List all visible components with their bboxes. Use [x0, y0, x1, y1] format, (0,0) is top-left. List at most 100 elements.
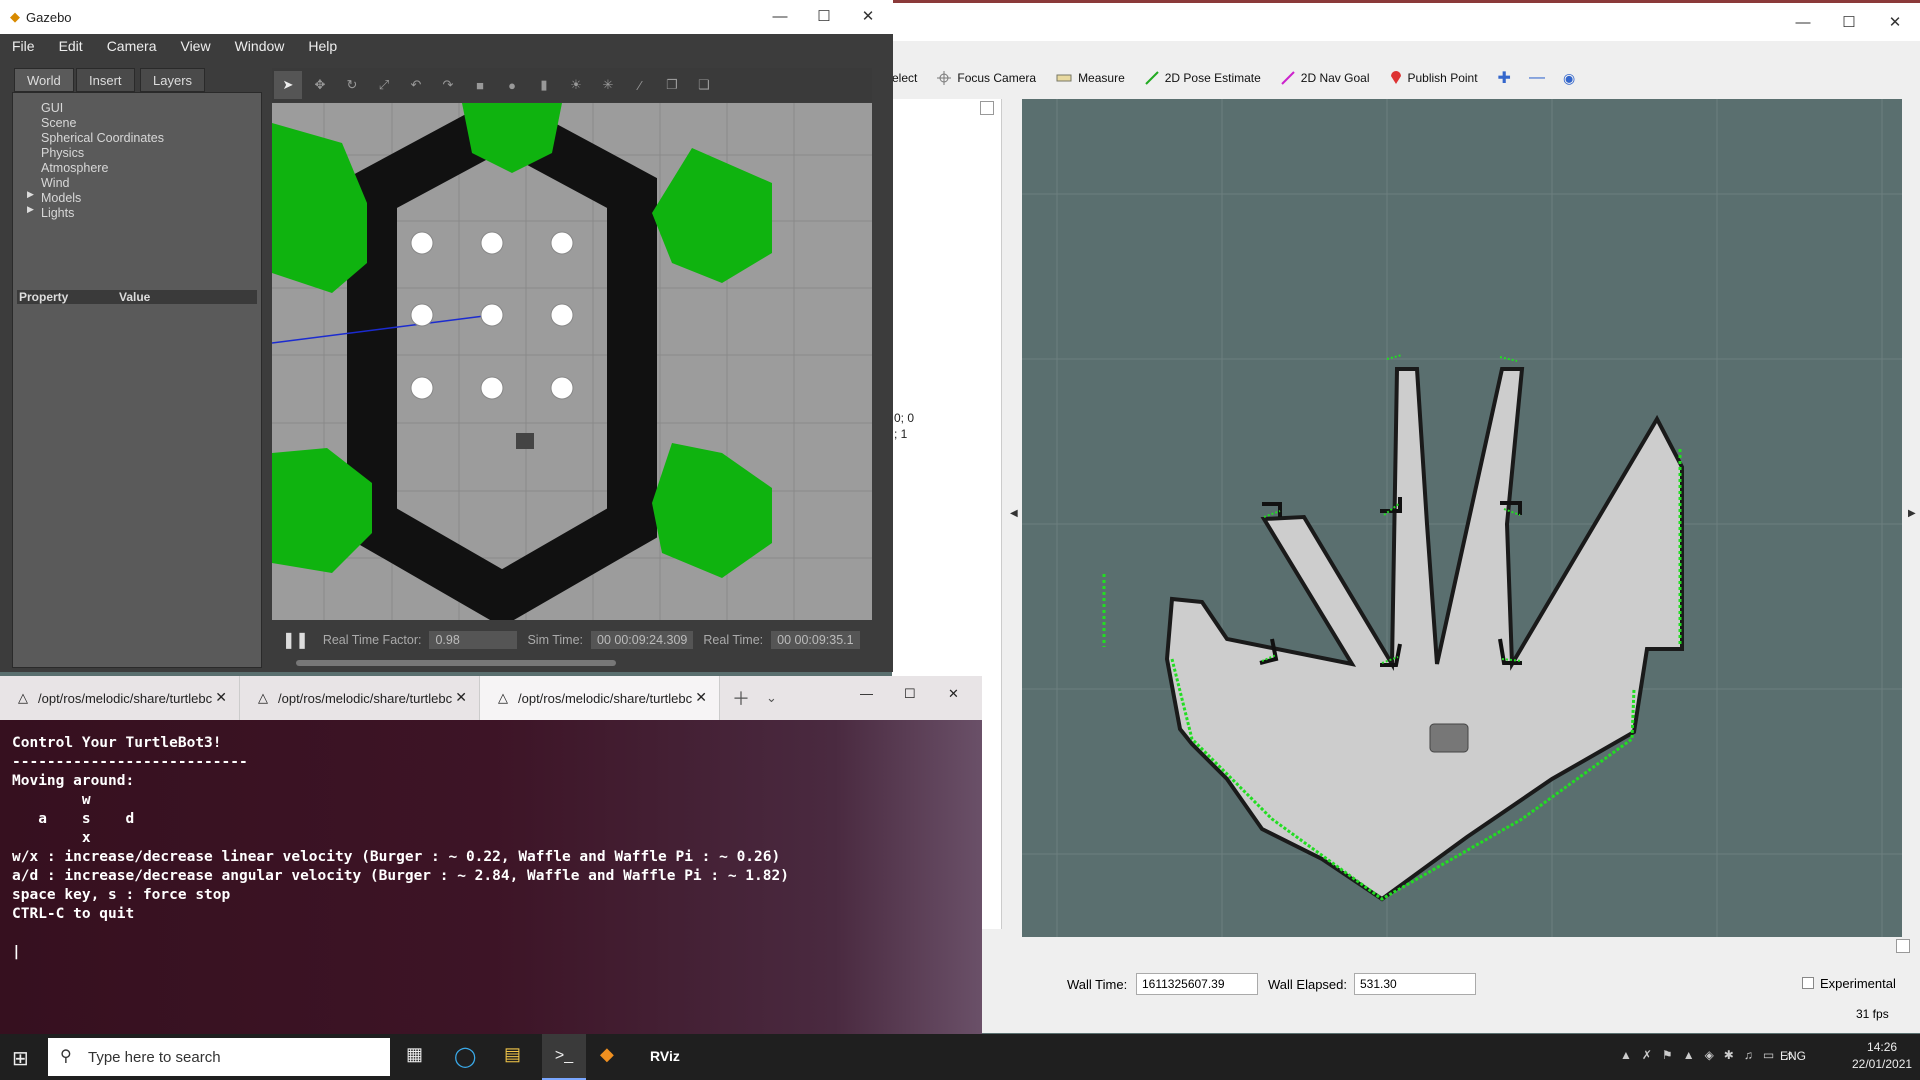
box-shape-icon[interactable]: ■: [466, 71, 494, 99]
tree-item-wind[interactable]: Wind: [41, 176, 69, 190]
gazebo-minimize-button[interactable]: —: [757, 0, 803, 32]
tree-item-spherical[interactable]: Spherical Coordinates: [41, 131, 164, 145]
select-mode-icon[interactable]: ➤: [274, 71, 302, 99]
linux-icon: △: [498, 690, 508, 705]
tree-item-models[interactable]: Models: [41, 191, 81, 205]
start-windows-icon[interactable]: ⊞: [12, 1046, 29, 1071]
terminal-icon[interactable]: >_: [542, 1034, 586, 1080]
wall-time-field[interactable]: 1611325607.39: [1136, 973, 1258, 995]
redo-icon[interactable]: ↷: [434, 71, 462, 99]
translate-mode-icon[interactable]: ✥: [306, 71, 334, 99]
minimize-button[interactable]: —: [1780, 6, 1826, 38]
cylinder-shape-icon[interactable]: ▮: [530, 71, 558, 99]
focus-camera-icon: [937, 71, 952, 85]
menu-camera[interactable]: Camera: [107, 38, 157, 54]
gazebo-maximize-button[interactable]: ☐: [801, 0, 847, 32]
undo-icon[interactable]: ↶: [402, 71, 430, 99]
tab-world[interactable]: World: [14, 68, 74, 92]
tab-insert[interactable]: Insert: [76, 68, 135, 92]
menu-file[interactable]: File: [12, 38, 35, 54]
terminal-tabbar: △ /opt/ros/melodic/share/turtlebc ✕ △ /op…: [0, 676, 982, 720]
clock-date: 22/01/2021: [1852, 1057, 1913, 1071]
copy-icon[interactable]: ❐: [658, 71, 686, 99]
panel-checkbox[interactable]: [980, 101, 994, 115]
expand-models-icon[interactable]: ▶: [27, 189, 34, 200]
rviz-splitter: [892, 939, 1920, 953]
search-placeholder: Type here to search: [88, 1048, 221, 1066]
taskbar-search-input[interactable]: ⚲ Type here to search: [48, 1038, 390, 1076]
point-light-icon[interactable]: ☀: [562, 71, 590, 99]
gazebo-close-button[interactable]: ✕: [845, 0, 891, 32]
windows-taskbar: ⊞ ⚲ Type here to search ▦ ◯ ▤ >_ ◆ RViz …: [0, 1034, 1920, 1080]
menu-help[interactable]: Help: [308, 38, 337, 54]
terminal-maximize-button[interactable]: ☐: [904, 686, 916, 702]
zoom-out-icon[interactable]: —: [1529, 69, 1545, 87]
focus-camera-tool[interactable]: Focus Camera: [937, 71, 1036, 85]
terminal-line: x: [12, 830, 91, 846]
tree-item-atmosphere[interactable]: Atmosphere: [41, 161, 108, 175]
menu-window[interactable]: Window: [235, 38, 285, 54]
terminal-tab-2[interactable]: △ /opt/ros/melodic/share/turtlebc ✕: [240, 676, 480, 720]
menu-edit[interactable]: Edit: [59, 38, 83, 54]
gazebo-titlebar: ◆ Gazebo — ☐ ✕: [0, 0, 893, 34]
tab-dropdown-icon[interactable]: ⌄: [766, 690, 777, 706]
wall-elapsed-label: Wall Elapsed:: [1268, 977, 1347, 992]
gazebo-scrollbar[interactable]: [296, 660, 616, 666]
terminal-tab-3[interactable]: △ /opt/ros/melodic/share/turtlebc ✕: [480, 676, 720, 720]
gazebo-toolbar: ➤ ✥ ↻ ⤢ ↶ ↷ ■ ● ▮ ☀ ✳ ⁄ ❐ ❑: [272, 68, 872, 102]
experimental-checkbox[interactable]: [1802, 977, 1814, 989]
terminal-close-button[interactable]: ✕: [948, 686, 959, 702]
task-view-icon[interactable]: ▦: [406, 1044, 423, 1065]
language-indicator[interactable]: ENG: [1780, 1049, 1806, 1063]
terminal-tab-1[interactable]: △ /opt/ros/melodic/share/turtlebc ✕: [0, 676, 240, 720]
measure-icon: [1056, 74, 1072, 82]
tree-item-scene[interactable]: Scene: [41, 116, 76, 130]
rviz-window: — ☐ ✕ elect Focus Camera Measure 2D Pose…: [892, 0, 1920, 1033]
close-button[interactable]: ✕: [1872, 6, 1918, 38]
menu-view[interactable]: View: [180, 38, 210, 54]
close-tab-icon[interactable]: ✕: [695, 689, 707, 706]
search-icon: ⚲: [60, 1048, 72, 1065]
zoom-in-icon[interactable]: ✚: [1498, 68, 1511, 88]
paste-icon[interactable]: ❑: [690, 71, 718, 99]
collapse-left-icon[interactable]: ◀: [1010, 508, 1018, 519]
collapse-right-icon[interactable]: ▶: [1908, 508, 1916, 519]
expand-lights-icon[interactable]: ▶: [27, 204, 34, 215]
tray-icons[interactable]: ▲✗⚑▲◈✱♫▭♬: [1620, 1048, 1806, 1062]
edge-icon[interactable]: ◯: [454, 1044, 476, 1069]
pause-icon[interactable]: ❚❚: [282, 630, 309, 650]
file-explorer-icon[interactable]: ▤: [504, 1044, 521, 1065]
occupancy-map: [1022, 99, 1902, 937]
splitter-checkbox[interactable]: [1896, 939, 1910, 953]
sphere-shape-icon[interactable]: ●: [498, 71, 526, 99]
view-eye-icon[interactable]: ◉: [1563, 70, 1575, 87]
scale-mode-icon[interactable]: ⤢: [370, 71, 398, 99]
gazebo-3d-scene[interactable]: [272, 103, 872, 620]
publish-point-tool[interactable]: Publish Point: [1390, 71, 1478, 85]
new-tab-icon[interactable]: ＋: [732, 685, 750, 711]
close-tab-icon[interactable]: ✕: [455, 689, 467, 706]
nav-goal-tool[interactable]: 2D Nav Goal: [1281, 71, 1370, 85]
close-tab-icon[interactable]: ✕: [215, 689, 227, 706]
terminal-minimize-button[interactable]: —: [860, 686, 873, 701]
turtlebot-model[interactable]: [516, 433, 534, 449]
rviz-icon[interactable]: RViz: [650, 1048, 680, 1064]
measure-tool[interactable]: Measure: [1056, 71, 1125, 85]
select-tool[interactable]: elect: [892, 71, 917, 85]
pose-estimate-tool[interactable]: 2D Pose Estimate: [1145, 71, 1261, 85]
tree-item-physics[interactable]: Physics: [41, 146, 84, 160]
tree-item-gui[interactable]: GUI: [41, 101, 63, 115]
wall-elapsed-field[interactable]: 531.30: [1354, 973, 1476, 995]
terminal-line: Moving around:: [12, 773, 135, 789]
directional-light-icon[interactable]: ⁄: [626, 71, 654, 99]
spot-light-icon[interactable]: ✳: [594, 71, 622, 99]
terminal-output[interactable]: Control Your TurtleBot3! ----------------…: [0, 720, 982, 976]
pose-estimate-icon: [1145, 71, 1159, 85]
tab-layers[interactable]: Layers: [140, 68, 206, 92]
rotate-mode-icon[interactable]: ↻: [338, 71, 366, 99]
gazebo-icon[interactable]: ◆: [600, 1044, 614, 1065]
clock[interactable]: 14:26 22/01/2021: [1852, 1040, 1912, 1071]
tree-item-lights[interactable]: Lights: [41, 206, 74, 220]
maximize-button[interactable]: ☐: [1826, 6, 1872, 38]
rviz-3d-view[interactable]: [1022, 99, 1902, 937]
